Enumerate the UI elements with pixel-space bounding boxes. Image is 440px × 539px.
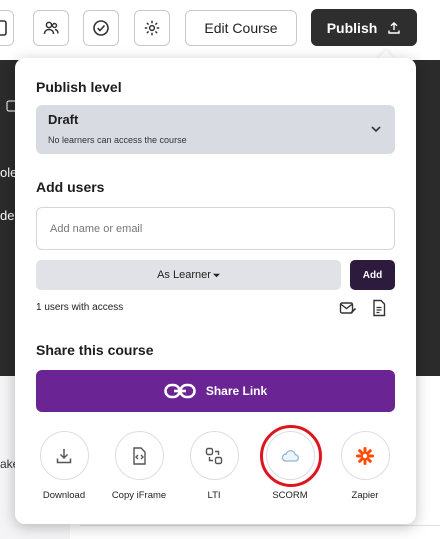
zapier-option-circle[interactable] xyxy=(340,431,390,480)
publish-button[interactable]: Publish xyxy=(311,9,417,46)
upload-icon xyxy=(388,21,400,34)
edit-course-button[interactable]: Edit Course xyxy=(185,10,297,46)
role-dropdown[interactable]: As Learner xyxy=(36,260,341,290)
gear-icon xyxy=(144,20,160,36)
document-icon xyxy=(0,20,7,36)
publish-level-select[interactable]: Draft No learners can access the course xyxy=(36,105,395,154)
lti-icon xyxy=(205,447,223,464)
publish-label: Publish xyxy=(326,19,378,36)
share-title: Share this course xyxy=(36,342,154,358)
access-count: 1 users with access xyxy=(36,302,124,313)
settings-button[interactable] xyxy=(134,10,170,46)
publish-level-value: Draft xyxy=(48,112,79,127)
zapier-option[interactable]: Zapier xyxy=(325,431,405,501)
background-text: de xyxy=(0,208,15,223)
check-circle-icon xyxy=(93,20,109,36)
users-button[interactable] xyxy=(33,10,69,46)
document-export-icon[interactable] xyxy=(370,299,388,317)
copy-iframe-option-circle[interactable] xyxy=(114,431,164,480)
share-link-label: Share Link xyxy=(205,384,268,398)
link-icon xyxy=(164,383,196,399)
copy-iframe-label: Copy iFrame xyxy=(111,490,167,501)
add-users-title: Add users xyxy=(36,179,105,195)
add-user-button[interactable]: Add xyxy=(350,260,395,290)
role-label: As Learner xyxy=(157,269,211,281)
zapier-label: Zapier xyxy=(351,490,379,501)
lti-option-circle[interactable] xyxy=(189,431,239,480)
copy-iframe-option[interactable]: Copy iFrame xyxy=(99,431,179,501)
scorm-label: SCORM xyxy=(272,490,308,501)
users-icon xyxy=(43,21,59,35)
download-option[interactable]: Download xyxy=(24,431,104,501)
publish-level-title: Publish level xyxy=(36,79,122,95)
chevron-down-icon xyxy=(371,126,381,133)
lti-option[interactable]: LTI xyxy=(174,431,254,501)
email-edit-icon[interactable] xyxy=(339,299,357,317)
code-file-icon xyxy=(133,446,146,465)
content-card xyxy=(80,525,440,539)
download-label: Download xyxy=(42,490,86,501)
zapier-icon xyxy=(356,446,374,465)
caret-down-icon xyxy=(212,273,220,277)
lti-label: LTI xyxy=(207,490,221,501)
share-link-button[interactable]: Share Link xyxy=(36,370,395,412)
name-email-input[interactable]: Add name or email xyxy=(36,207,395,250)
check-button[interactable] xyxy=(83,10,119,46)
download-option-circle[interactable] xyxy=(39,431,89,480)
publish-popover: Publish level Draft No learners can acce… xyxy=(15,58,416,524)
publish-level-description: No learners can access the course xyxy=(48,135,187,145)
highlight-ring xyxy=(260,425,322,487)
page-icon-button[interactable] xyxy=(0,10,14,46)
download-icon xyxy=(56,448,72,463)
